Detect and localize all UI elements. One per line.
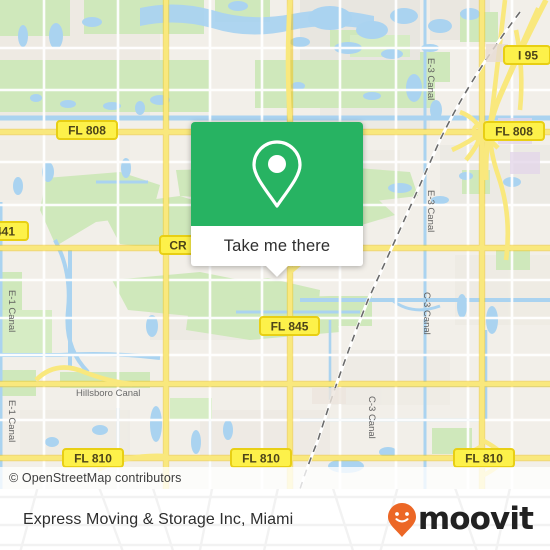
svg-text:FL 810: FL 810 <box>465 452 503 466</box>
canal-label: E-1 Canal <box>6 290 17 332</box>
take-me-there-label: Take me there <box>223 236 331 255</box>
svg-text:FL 845: FL 845 <box>271 320 309 334</box>
map-popup[interactable]: Take me there <box>191 122 363 277</box>
map-pin-icon <box>252 140 302 208</box>
svg-text:FL 810: FL 810 <box>242 452 280 466</box>
svg-text:441: 441 <box>0 225 15 239</box>
svg-text:FL 808: FL 808 <box>68 124 106 138</box>
road-shield: I 95 <box>503 45 550 65</box>
svg-text:FL 808: FL 808 <box>495 125 533 139</box>
canal-label: C-3 Canal <box>421 292 432 335</box>
road-shield: FL 810 <box>62 448 124 468</box>
road-shield: FL 810 <box>453 448 515 468</box>
canal-label: E-3 Canal <box>425 58 436 100</box>
road-shield: FL 845 <box>259 316 320 336</box>
popup-tail-pointer <box>266 266 288 277</box>
footer-bar: Express Moving & Storage Inc, Miami moov… <box>0 489 550 550</box>
attribution-text[interactable]: © OpenStreetMap contributors <box>0 471 182 485</box>
road-shield: 441 <box>0 221 29 241</box>
road-shield: FL 808 <box>483 121 545 141</box>
canal-label: E-1 Canal <box>6 400 17 442</box>
moovit-logo[interactable]: moovit <box>387 502 550 538</box>
map-page: E-3 Canal E-3 Canal C-3 Canal C-3 Canal … <box>0 0 550 550</box>
canal-label: C-3 Canal <box>366 396 377 439</box>
road-shield: FL 808 <box>56 120 118 140</box>
moovit-smile-pin-icon <box>387 502 416 537</box>
canal-label: Hillsboro Canal <box>76 388 140 399</box>
popup-footer[interactable]: Take me there <box>191 226 363 277</box>
svg-text:CR: CR <box>169 239 187 253</box>
canal-label: E-3 Canal <box>425 190 436 232</box>
moovit-wordmark: moovit <box>417 501 534 537</box>
map-attribution-bar: © OpenStreetMap contributors <box>0 467 550 489</box>
place-title: Express Moving & Storage Inc, Miami <box>23 510 294 528</box>
road-shield: FL 810 <box>230 448 292 468</box>
svg-text:I 95: I 95 <box>518 49 538 63</box>
popup-body <box>191 122 363 226</box>
svg-text:FL 810: FL 810 <box>74 452 112 466</box>
